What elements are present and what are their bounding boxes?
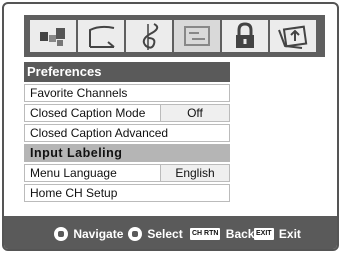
tv-menu-screen: Preferences Favorite Channels Closed Cap… [2,2,339,251]
menu-item-closed-caption-advanced[interactable]: Closed Caption Advanced [24,124,230,142]
menu-title: Preferences [24,62,230,82]
menu-item-closed-caption-mode[interactable]: Closed Caption Mode Off [24,104,230,122]
navigate-label: Navigate [73,226,124,241]
select-dpad-icon [128,226,142,241]
back-hint: CH RTN Back [190,226,255,241]
navigate-dpad-icon [54,226,68,241]
navigate-hint: Navigate [54,226,124,241]
back-label: Back [225,226,255,241]
menu-item-home-ch-setup[interactable]: Home CH Setup [24,184,230,202]
picture-icon[interactable] [30,20,76,52]
menu-item-input-labeling[interactable]: Input Labeling [24,144,230,162]
menu-item-menu-language[interactable]: Menu Language English [24,164,230,182]
preferences-icon[interactable] [174,20,220,52]
exit-hint: EXIT Exit [254,226,301,241]
menu-item-label: Home CH Setup [30,186,118,200]
menu-item-label: Favorite Channels [30,86,128,100]
button-guide-bar: Navigate Select CH RTN Back EXIT Exit [4,216,337,249]
select-label: Select [147,226,183,241]
closed-caption-mode-value[interactable]: Off [160,105,229,121]
menu-language-value[interactable]: English [160,165,229,181]
setup-icon[interactable] [270,20,316,52]
audio-icon[interactable] [126,20,172,52]
screen-icon[interactable] [78,20,124,52]
select-hint: Select [128,226,183,241]
menu-item-favorite-channels[interactable]: Favorite Channels [24,84,230,102]
menu-item-label: Closed Caption Mode [30,106,146,120]
ch-rtn-key-icon: CH RTN [190,227,221,240]
exit-label: Exit [278,226,301,241]
lock-icon[interactable] [222,20,268,52]
menu-icon-bar [24,15,325,57]
preferences-menu: Preferences Favorite Channels Closed Cap… [24,62,230,202]
exit-key-icon: EXIT [254,227,274,240]
menu-item-label: Closed Caption Advanced [30,126,169,140]
menu-item-label: Input Labeling [30,146,123,160]
menu-item-label: Menu Language [30,166,117,180]
